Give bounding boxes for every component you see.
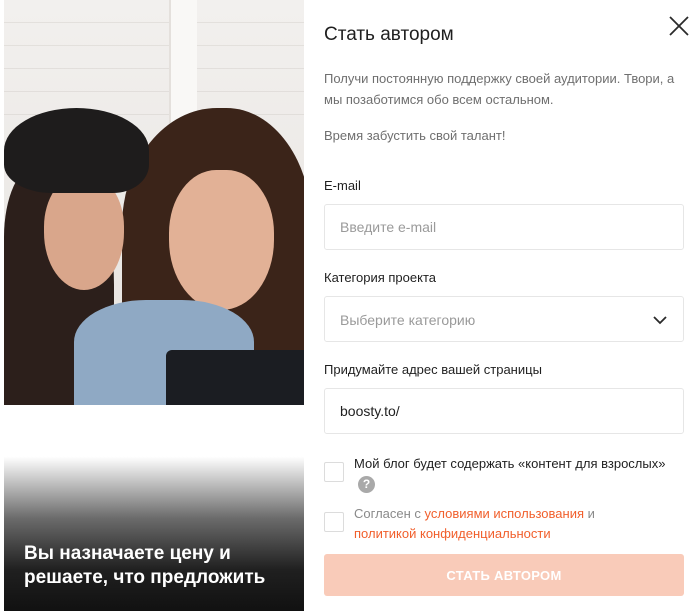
email-label: E-mail bbox=[324, 178, 361, 193]
email-field-wrapper bbox=[324, 204, 684, 250]
chevron-down-icon bbox=[653, 316, 667, 325]
agreement-row: Согласен с условиями использования и пол… bbox=[324, 505, 684, 545]
adult-content-label: Мой блог будет содержать «контент для вз… bbox=[354, 456, 666, 471]
close-button[interactable] bbox=[666, 13, 692, 39]
modal-description: Получи постоянную поддержку своей аудито… bbox=[324, 71, 675, 107]
category-select[interactable]: Выберите категорию bbox=[324, 296, 684, 342]
category-label: Категория проекта bbox=[324, 270, 436, 285]
page-address-field-wrapper bbox=[324, 388, 684, 434]
page-address-field[interactable] bbox=[325, 389, 683, 433]
promo-caption: Вы назначаете цену и решаете, что предло… bbox=[24, 543, 266, 588]
photo-laptop bbox=[166, 350, 304, 405]
photo-hat bbox=[4, 108, 149, 193]
adult-content-row: Мой блог будет содержать «контент для вз… bbox=[324, 455, 684, 495]
promo-image: Вы назначаете цену и решаете, что предло… bbox=[4, 0, 304, 611]
category-select-value: Выберите категорию bbox=[340, 312, 476, 328]
modal-title: Стать автором bbox=[324, 24, 454, 45]
agreement-middle: и bbox=[587, 506, 595, 521]
become-author-button[interactable]: СТАТЬ АВТОРОМ bbox=[324, 554, 684, 596]
close-icon bbox=[669, 16, 689, 36]
modal-tagline: Время забустить свой талант! bbox=[324, 128, 506, 143]
agreement-checkbox[interactable] bbox=[324, 512, 344, 532]
privacy-link[interactable]: политикой конфиденциальности bbox=[354, 526, 551, 541]
adult-content-checkbox[interactable] bbox=[324, 462, 344, 482]
agreement-prefix: Согласен с bbox=[354, 506, 421, 521]
email-field[interactable] bbox=[325, 205, 683, 249]
terms-link[interactable]: условиями использования bbox=[425, 506, 584, 521]
help-icon[interactable]: ? bbox=[358, 476, 375, 494]
page-address-label: Придумайте адрес вашей страницы bbox=[324, 362, 542, 377]
